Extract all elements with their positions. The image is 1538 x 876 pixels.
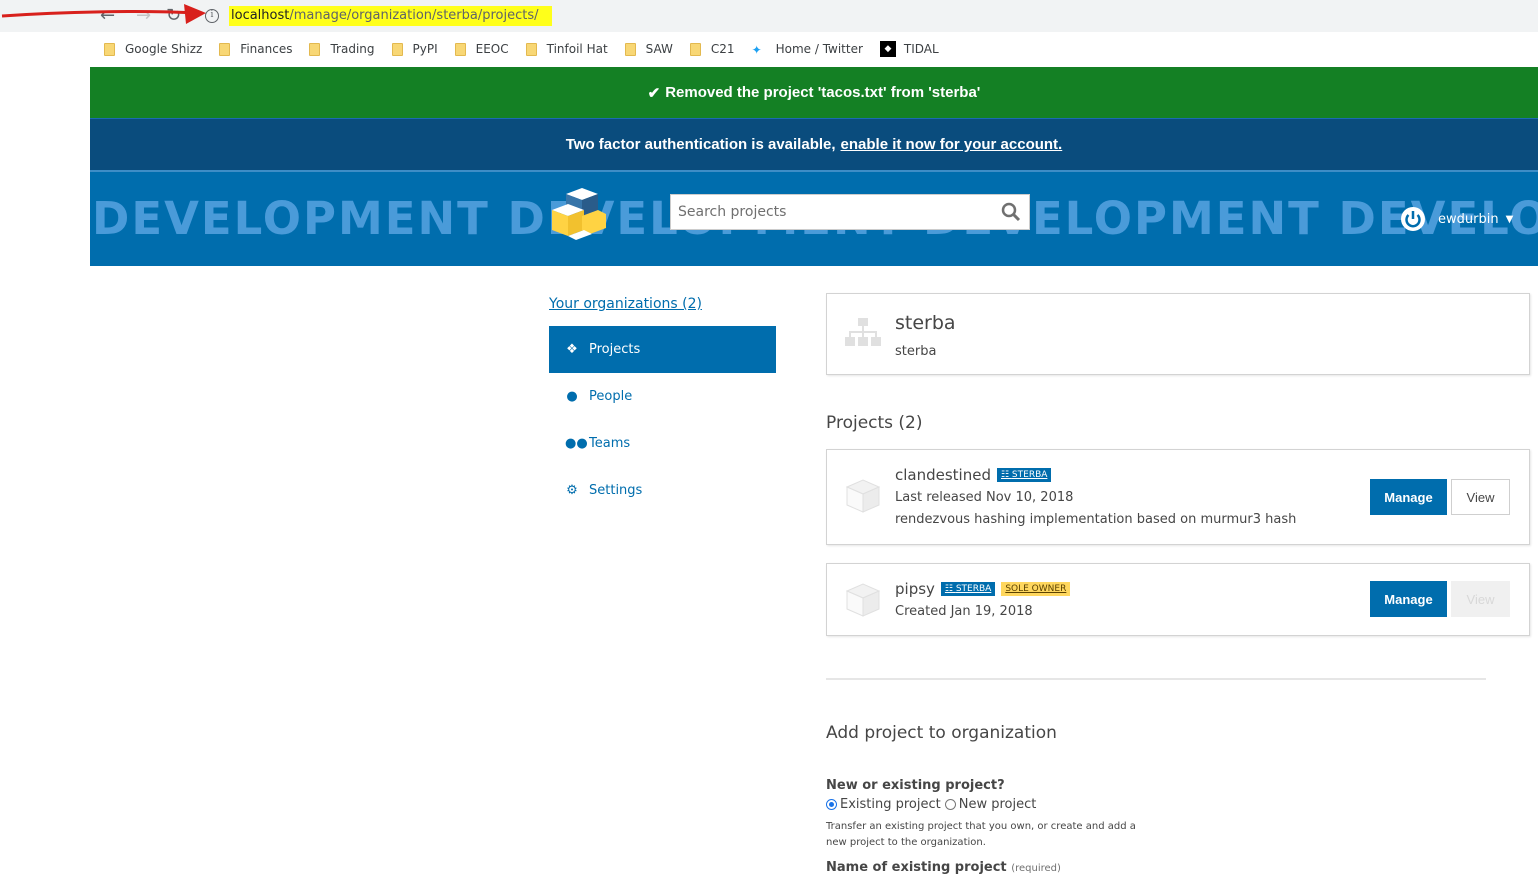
folder-icon	[219, 42, 231, 56]
org-badge[interactable]: ☷ STERBA	[996, 468, 1052, 482]
twofa-text: Two factor authentication is available,	[565, 136, 836, 153]
project-name: clandestined ☷ STERBA	[895, 466, 1052, 484]
project-title[interactable]: pipsy	[895, 580, 935, 598]
page-content: ✔ Removed the project 'tacos.txt' from '…	[90, 67, 1538, 876]
folder-icon	[309, 42, 321, 56]
package-icon	[845, 479, 881, 513]
username: ewdurbin	[1438, 211, 1499, 227]
bookmark-item[interactable]: Tinfoil Hat	[525, 42, 608, 56]
organization-card: sterba sterba	[826, 293, 1530, 375]
annotation-arrow-icon	[1, 4, 206, 24]
bookmark-item[interactable]: PyPI	[391, 42, 438, 56]
project-card: clandestined ☷ STERBA Last released Nov …	[826, 449, 1530, 545]
sidebar-item-people[interactable]: ● People	[549, 373, 776, 420]
browser-toolbar: ← → ↻ i localhost/manage/organization/st…	[0, 0, 1538, 32]
bookmark-item[interactable]: Trading	[309, 42, 375, 56]
folder-icon	[454, 42, 466, 56]
success-flash: ✔ Removed the project 'tacos.txt' from '…	[90, 67, 1538, 118]
bookmark-item[interactable]: SAW	[624, 42, 673, 56]
projects-heading: Projects (2)	[826, 413, 923, 433]
user-icon: ●	[566, 389, 578, 404]
folder-icon	[391, 42, 403, 56]
wrench-icon: ⚙	[566, 483, 578, 498]
view-button[interactable]: View	[1451, 479, 1510, 515]
sidebar-item-label: Settings	[589, 483, 643, 498]
main-content: sterba sterba Projects (2) clandestined …	[826, 293, 1530, 875]
project-summary: rendezvous hashing implementation based …	[895, 512, 1297, 527]
sidebar: Your organizations (2) ❖ Projects ● Peop…	[549, 296, 776, 514]
bookmarks-bar: Google Shizz Finances Trading PyPI EEOC …	[0, 32, 1538, 66]
help-text: Transfer an existing project that you ow…	[826, 821, 1136, 848]
pypi-logo[interactable]	[546, 186, 610, 242]
org-display-name: sterba	[895, 344, 937, 359]
bookmark-item[interactable]: Finances	[219, 42, 292, 56]
existing-project-name-label: Name of existing project (required)	[826, 860, 1061, 875]
folder-icon	[624, 42, 636, 56]
package-icon	[845, 583, 881, 617]
your-organizations-link[interactable]: Your organizations (2)	[549, 296, 776, 312]
project-title[interactable]: clandestined	[895, 466, 991, 484]
existing-project-radio[interactable]	[826, 799, 837, 810]
url-text[interactable]: localhost/manage/organization/sterba/pro…	[229, 6, 552, 26]
sitemap-icon: ☷	[1000, 470, 1012, 480]
project-name: pipsy ☷ STERBA SOLE OWNER	[895, 580, 1071, 598]
sitemap-icon	[845, 318, 881, 346]
bookmark-item[interactable]: EEOC	[454, 42, 509, 56]
new-project-radio[interactable]	[944, 799, 956, 810]
project-created-date: Created Jan 19, 2018	[895, 604, 1033, 619]
sidebar-item-teams[interactable]: ●● Teams	[549, 420, 776, 467]
user-menu[interactable]: ewdurbin ▼	[1400, 206, 1513, 232]
users-icon: ●●	[565, 436, 588, 451]
chevron-down-icon: ▼	[1505, 213, 1514, 225]
search-icon[interactable]	[1001, 202, 1021, 222]
add-project-heading: Add project to organization	[826, 723, 1057, 743]
folder-icon	[104, 42, 115, 56]
success-message: Removed the project 'tacos.txt' from 'st…	[665, 84, 981, 101]
project-card: pipsy ☷ STERBA SOLE OWNER Created Jan 19…	[826, 563, 1530, 636]
twofa-banner: Two factor authentication is available, …	[90, 118, 1538, 170]
check-icon: ✔	[647, 84, 661, 102]
org-badge[interactable]: ☷ STERBA	[940, 582, 996, 596]
view-button-disabled: View	[1451, 581, 1510, 617]
new-or-existing-label: New or existing project?	[826, 778, 1005, 793]
site-header: DEVELOPMENT DEVELOPMENT DEVELOPMENT DEVE…	[90, 170, 1538, 266]
twitter-icon: ✦	[751, 43, 762, 57]
new-project-label[interactable]: New project	[959, 797, 1037, 812]
sidebar-item-label: People	[589, 389, 633, 404]
divider	[826, 678, 1486, 680]
folder-icon	[525, 42, 537, 56]
sitemap-icon: ☷	[944, 584, 956, 594]
bookmark-item[interactable]: ◆ TIDAL	[879, 41, 939, 57]
project-type-radio-group: Existing project New project	[826, 797, 1530, 812]
sidebar-item-settings[interactable]: ⚙ Settings	[549, 467, 776, 514]
org-name: sterba	[895, 312, 956, 334]
folder-icon	[689, 42, 701, 56]
search-input[interactable]: Search projects	[670, 194, 1030, 230]
sidebar-item-label: Teams	[589, 436, 631, 451]
sole-owner-badge[interactable]: SOLE OWNER	[1001, 582, 1071, 596]
enable-2fa-link[interactable]: enable it now for your account.	[841, 136, 1063, 153]
power-icon	[1401, 207, 1425, 231]
existing-project-label[interactable]: Existing project	[840, 797, 941, 812]
bookmark-item[interactable]: C21	[689, 42, 735, 56]
project-release-date: Last released Nov 10, 2018	[895, 490, 1074, 505]
bookmark-item[interactable]: ✦ Home / Twitter	[751, 42, 863, 57]
cube-icon: ❖	[566, 342, 578, 357]
search-placeholder: Search projects	[678, 204, 787, 220]
bookmark-item[interactable]: Google Shizz	[104, 42, 202, 56]
sidebar-item-projects[interactable]: ❖ Projects	[549, 326, 776, 373]
manage-button[interactable]: Manage	[1370, 479, 1447, 515]
required-marker: (required)	[1011, 863, 1061, 874]
manage-button[interactable]: Manage	[1370, 581, 1447, 617]
sidebar-item-label: Projects	[589, 342, 641, 357]
tidal-icon: ◆	[879, 41, 896, 57]
address-bar[interactable]: i localhost/manage/organization/sterba/p…	[205, 6, 552, 26]
